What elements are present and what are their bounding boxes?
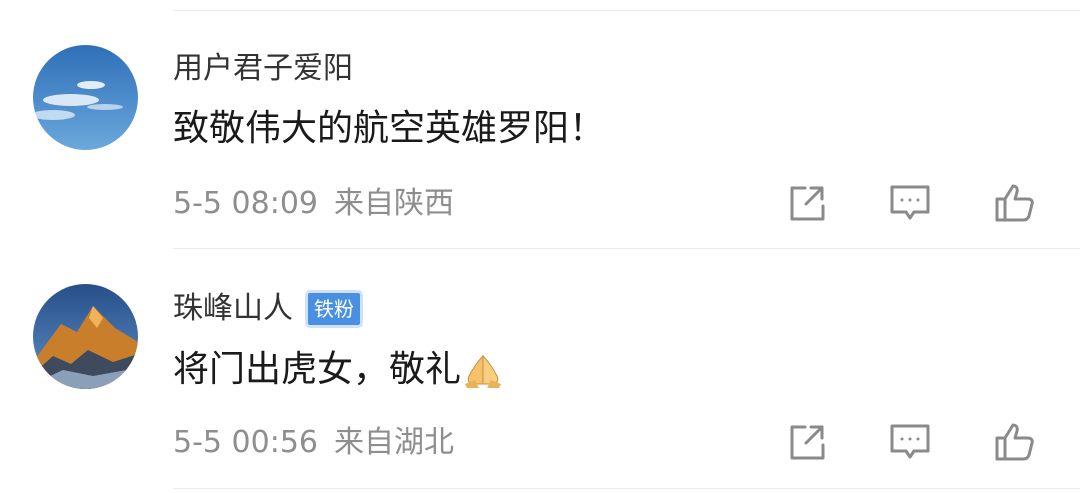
- fan-badge: 铁粉: [305, 290, 363, 328]
- comment-meta: 5-5 08:09 来自陕西: [173, 184, 454, 224]
- reply-icon[interactable]: [888, 420, 932, 464]
- comment-item: 珠峰山人 铁粉 将门出虎女，敬礼 5-5 00:56 来自湖北: [0, 240, 1080, 480]
- comment-text-content: 致敬伟大的航空英雄罗阳！: [173, 108, 606, 149]
- username[interactable]: 珠峰山人 铁粉: [173, 289, 363, 329]
- like-icon[interactable]: [993, 419, 1037, 463]
- comment-location: 来自湖北: [334, 425, 454, 460]
- comment-meta: 5-5 00:56 来自湖北: [173, 423, 454, 463]
- comment-time: 5-5 08:09: [173, 186, 318, 221]
- folded-hands-emoji: [463, 350, 503, 390]
- share-icon[interactable]: [785, 181, 829, 225]
- reply-icon[interactable]: [888, 181, 932, 225]
- username-text[interactable]: 用户君子爱阳: [173, 49, 353, 89]
- avatar[interactable]: [33, 284, 138, 389]
- username-text[interactable]: 珠峰山人: [173, 289, 293, 329]
- comment-text: 致敬伟大的航空英雄罗阳！: [173, 106, 605, 152]
- bottom-divider: [173, 488, 1080, 489]
- username[interactable]: 用户君子爱阳: [173, 49, 353, 89]
- comment-location: 来自陕西: [334, 186, 454, 221]
- like-icon[interactable]: [993, 180, 1037, 224]
- comment-time: 5-5 00:56: [173, 425, 318, 460]
- comment-text-content: 将门出虎女，敬礼: [173, 349, 462, 390]
- comment-text: 将门出虎女，敬礼: [173, 347, 503, 393]
- share-icon[interactable]: [785, 420, 829, 464]
- avatar[interactable]: [33, 45, 138, 150]
- comment-item: 用户君子爱阳 致敬伟大的航空英雄罗阳！ 5-5 08:09 来自陕西: [0, 0, 1080, 240]
